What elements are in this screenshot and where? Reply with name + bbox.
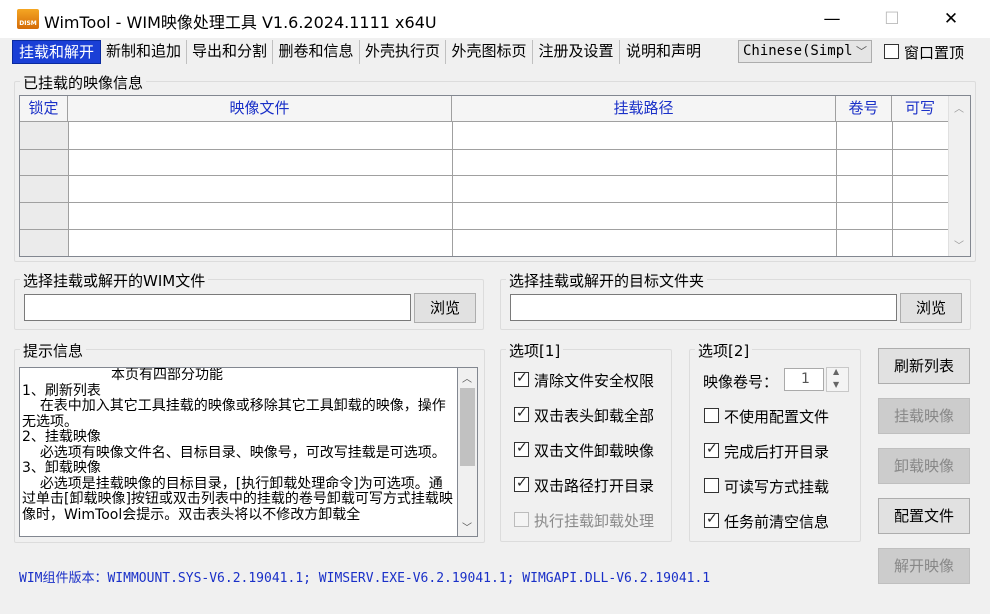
option-clear-security-label: 清除文件安全权限 xyxy=(534,372,655,390)
chevron-down-icon: ﹀ xyxy=(856,45,867,58)
column-divider xyxy=(68,122,69,256)
option-dblclick-header-checkbox[interactable] xyxy=(514,405,529,422)
row-divider xyxy=(20,229,949,230)
tab-about[interactable]: 说明和声明 xyxy=(620,40,707,64)
scroll-up-icon[interactable]: ︿ xyxy=(954,100,964,115)
tab-mount-extract[interactable]: 挂载和解开 xyxy=(12,40,101,64)
topmost-checkbox[interactable] xyxy=(884,44,899,59)
mounted-images-table[interactable]: 锁定 映像文件 挂载路径 卷号 可写 ︿ ﹀ xyxy=(19,95,971,257)
scroll-up-icon[interactable]: ︿ xyxy=(462,370,472,385)
wim-browse-button[interactable]: 浏览 xyxy=(414,293,476,323)
option-dblclick-header-label: 双击表头卸载全部 xyxy=(534,407,655,425)
option-dblclick-file-label: 双击文件卸载映像 xyxy=(534,442,655,460)
folder-browse-button[interactable]: 浏览 xyxy=(900,293,962,323)
column-header-lock[interactable]: 锁定 xyxy=(20,96,68,122)
extract-image-button[interactable]: 解开映像 xyxy=(878,548,970,584)
column-header-image-file[interactable]: 映像文件 xyxy=(68,96,452,122)
column-divider xyxy=(836,122,837,256)
row-divider xyxy=(20,149,949,150)
language-value: Chinese(Simpl xyxy=(743,43,853,59)
hint-textbox[interactable]: 本页有四部分功能 1、刷新列表 在表中加入其它工具挂载的映像或移除其它工具卸载的… xyxy=(19,367,458,537)
tab-create-append[interactable]: 新制和追加 xyxy=(101,40,187,64)
tab-shell-icon[interactable]: 外壳图标页 xyxy=(446,40,533,64)
option-dblclick-path-label: 双击路径打开目录 xyxy=(534,477,655,495)
close-button[interactable]: ✕ xyxy=(926,0,976,38)
row-divider xyxy=(20,202,949,203)
option-no-config-label: 不使用配置文件 xyxy=(724,408,830,426)
tab-delete-info[interactable]: 删卷和信息 xyxy=(273,40,360,64)
wim-file-input[interactable] xyxy=(24,294,411,321)
option-mount-process-checkbox[interactable] xyxy=(514,512,529,527)
column-divider xyxy=(452,122,453,256)
scroll-down-icon[interactable]: ﹀ xyxy=(462,519,472,534)
options2-title: 选项[2] xyxy=(695,340,753,361)
minimize-button[interactable]: — xyxy=(807,0,857,38)
option-mount-process-label: 执行挂载卸载处理 xyxy=(534,512,655,530)
component-version: WIM组件版本：WIMMOUNT.SYS-V6.2.19041.1; WIMSE… xyxy=(19,571,711,586)
tab-register-settings[interactable]: 注册及设置 xyxy=(533,40,620,64)
target-folder-input[interactable] xyxy=(510,294,897,321)
options1-title: 选项[1] xyxy=(506,340,564,361)
option-rw-mount-label: 可读写方式挂载 xyxy=(724,478,830,496)
maximize-button[interactable]: ☐ xyxy=(867,0,917,38)
config-file-button[interactable]: 配置文件 xyxy=(878,498,970,534)
lock-column-area xyxy=(20,122,68,256)
option-rw-mount-checkbox[interactable] xyxy=(704,478,719,493)
tab-shell-exec[interactable]: 外壳执行页 xyxy=(360,40,446,64)
option-clear-info-checkbox[interactable] xyxy=(704,511,719,528)
stepper-down-icon[interactable]: ▼ xyxy=(833,380,839,389)
wim-file-title: 选择挂载或解开的WIM文件 xyxy=(20,270,209,291)
topmost-label: 窗口置顶 xyxy=(904,44,965,62)
stepper-up-icon[interactable]: ▲ xyxy=(833,367,839,376)
option-dblclick-file-checkbox[interactable] xyxy=(514,440,529,457)
scroll-thumb[interactable] xyxy=(460,388,475,466)
option-clear-info-label: 任务前清空信息 xyxy=(724,513,830,531)
mount-image-button[interactable]: 挂载映像 xyxy=(878,398,970,434)
tab-export-split[interactable]: 导出和分割 xyxy=(187,40,273,64)
column-header-mount-path[interactable]: 挂载路径 xyxy=(452,96,836,122)
hint-title: 提示信息 xyxy=(20,340,87,361)
mounted-images-title: 已挂载的映像信息 xyxy=(20,72,147,93)
option-clear-security-checkbox[interactable] xyxy=(514,370,529,387)
app-icon-text: DISM xyxy=(19,20,37,27)
window-title: WimTool - WIM映像处理工具 V1.6.2024.1111 x64U xyxy=(44,13,437,32)
column-header-volume[interactable]: 卷号 xyxy=(836,96,892,122)
column-header-writable[interactable]: 可写 xyxy=(892,96,949,122)
row-divider xyxy=(20,175,949,176)
language-select[interactable]: Chinese(Simpl ﹀ xyxy=(738,40,872,63)
volume-input[interactable]: 1 xyxy=(784,368,824,391)
option-dblclick-path-checkbox[interactable] xyxy=(514,475,529,492)
column-divider xyxy=(892,122,893,256)
volume-label: 映像卷号： xyxy=(703,373,779,391)
unmount-image-button[interactable]: 卸载映像 xyxy=(878,448,970,484)
option-no-config-checkbox[interactable] xyxy=(704,408,719,423)
table-scrollbar[interactable]: ︿ ﹀ xyxy=(948,96,970,256)
option-open-dir-label: 完成后打开目录 xyxy=(724,443,830,461)
scroll-down-icon[interactable]: ﹀ xyxy=(954,237,964,252)
option-open-dir-checkbox[interactable] xyxy=(704,441,719,458)
volume-stepper[interactable]: ▲ ▼ xyxy=(826,367,849,392)
hint-text: 本页有四部分功能 1、刷新列表 在表中加入其它工具挂载的映像或移除其它工具卸载的… xyxy=(22,367,453,523)
target-folder-title: 选择挂载或解开的目标文件夹 xyxy=(506,270,708,291)
app-icon: DISM xyxy=(17,9,39,29)
refresh-list-button[interactable]: 刷新列表 xyxy=(878,348,970,384)
hint-scrollbar[interactable]: ︿ ﹀ xyxy=(458,367,478,537)
